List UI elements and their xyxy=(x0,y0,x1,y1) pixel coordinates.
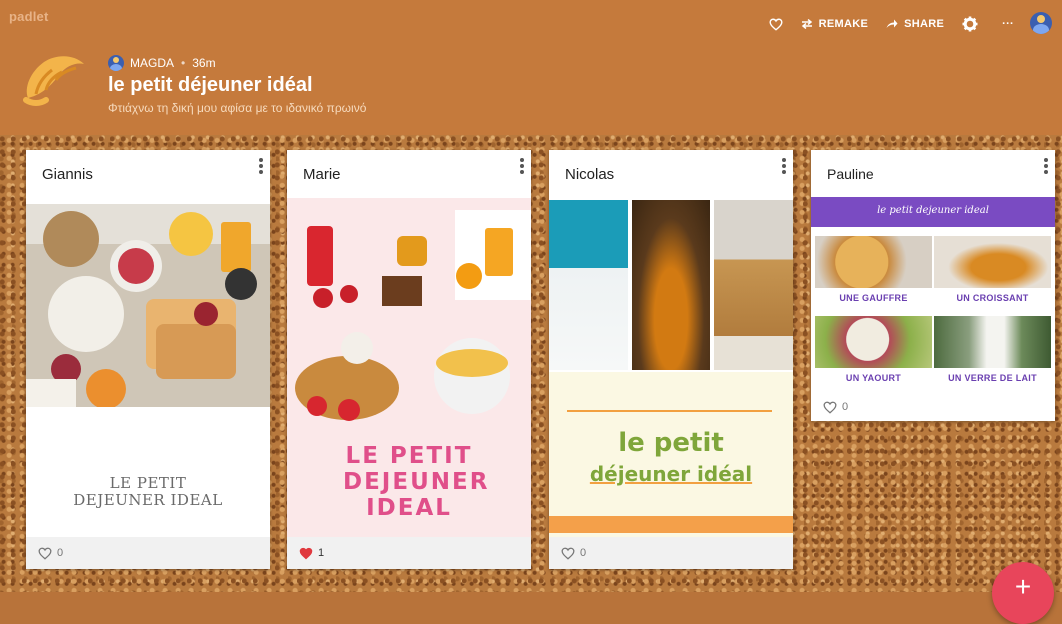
like-count: 1 xyxy=(318,547,325,559)
grid-item-label: UNE GAUFFRE xyxy=(839,293,908,303)
wall-meta: MAGDA • 36m xyxy=(108,55,216,71)
post-menu-icon[interactable] xyxy=(258,158,264,176)
wall-author: MAGDA xyxy=(130,56,175,70)
post-card-marie[interactable]: Marie LE PETIT DEJEUNER IDEAL 1 xyxy=(287,150,531,569)
like-button[interactable]: 0 xyxy=(38,547,63,560)
wall-subtitle: Φτιάχνω τη δική μου αφίσα με το ιδανικό … xyxy=(108,101,367,115)
wall-title: le petit déjeuner idéal xyxy=(108,74,313,96)
heart-outline-icon xyxy=(561,547,575,560)
breakfast-photo[interactable] xyxy=(26,204,270,409)
poster-photos[interactable] xyxy=(549,200,793,370)
post-card-giannis[interactable]: Giannis LE PETIT DEJEUNER IDEAL 0 xyxy=(26,150,270,569)
like-count: 0 xyxy=(842,401,849,413)
more-ellipsis-icon: ··· xyxy=(1002,18,1014,30)
like-button[interactable]: 0 xyxy=(823,401,848,414)
grid-item-gauffre: UNE GAUFFRE xyxy=(815,236,932,303)
grid-item-lait: UN VERRE DE LAIT xyxy=(934,316,1051,383)
post-header: Pauline xyxy=(811,150,1055,198)
post-menu-icon[interactable] xyxy=(781,158,787,176)
croissant-photo xyxy=(934,236,1051,288)
remake-label: REMAKE xyxy=(818,18,869,30)
padlet-logo[interactable]: padlet xyxy=(9,9,48,24)
post-card-nicolas[interactable]: Nicolas le petit déjeuner idéal 0 xyxy=(549,150,793,569)
poster-grid[interactable]: UNE GAUFFRE UN CROISSANT UN YAOURT UN VE… xyxy=(811,230,1055,395)
post-header: Giannis xyxy=(26,150,270,198)
more-button[interactable]: ··· xyxy=(996,18,1014,30)
share-button[interactable]: SHARE xyxy=(886,18,944,30)
croissant-icon xyxy=(23,56,84,106)
waffle-photo xyxy=(815,236,932,288)
post-author: Giannis xyxy=(42,166,93,183)
remake-icon xyxy=(801,19,812,29)
grid-item-label: UN CROISSANT xyxy=(956,293,1029,303)
post-footer: 0 xyxy=(26,537,270,569)
milk-photo xyxy=(549,200,628,370)
wall-header: padlet REMAKE SHARE ··· MAGDA • 36m le p… xyxy=(0,0,1062,135)
author-avatar xyxy=(108,55,124,71)
post-caption-line2: déjeuner idéal xyxy=(589,462,753,486)
like-count: 0 xyxy=(580,547,587,559)
yogurt-photo xyxy=(815,316,932,368)
poster-band xyxy=(549,516,793,533)
meta-separator: • xyxy=(181,56,186,70)
heart-filled-icon xyxy=(299,547,313,559)
post-header: Marie xyxy=(287,150,531,198)
top-actions: REMAKE SHARE ··· xyxy=(751,12,1052,34)
like-button[interactable]: 1 xyxy=(299,547,324,560)
post-menu-icon[interactable] xyxy=(1043,158,1049,176)
wall-time: 36m xyxy=(192,56,216,70)
post-card-pauline[interactable]: Pauline le petit dejeuner ideal UNE GAUF… xyxy=(811,150,1055,421)
post-caption-line1: le petit xyxy=(618,428,724,458)
heart-outline-icon xyxy=(769,18,783,31)
breakfast-table-image xyxy=(26,204,270,409)
heart-outline-icon xyxy=(823,401,837,414)
post-caption: LE PETIT DEJEUNER IDEAL xyxy=(73,474,223,509)
settings-button[interactable] xyxy=(962,16,978,32)
post-footer: 0 xyxy=(549,537,793,569)
poster-banner: le petit dejeuner ideal xyxy=(811,197,1055,227)
post-footer: 1 xyxy=(287,537,531,569)
like-wall-button[interactable] xyxy=(769,18,783,31)
post-header: Nicolas xyxy=(549,150,793,198)
post-caption: LE PETIT DEJEUNER IDEAL xyxy=(343,443,490,521)
post-footer: 0 xyxy=(811,393,1055,421)
heart-outline-icon xyxy=(38,547,52,560)
post-author: Marie xyxy=(303,166,341,183)
like-button[interactable]: 0 xyxy=(561,547,586,560)
milk-bottle-photo xyxy=(934,316,1051,368)
post-author: Pauline xyxy=(827,166,874,182)
honey-photo xyxy=(631,200,711,370)
share-arrow-icon xyxy=(886,19,898,28)
poster-rule xyxy=(567,410,772,412)
remake-button[interactable]: REMAKE xyxy=(801,18,868,30)
add-post-button[interactable]: + xyxy=(992,562,1054,624)
user-avatar[interactable] xyxy=(1030,12,1052,34)
gear-icon xyxy=(962,16,978,32)
grid-item-label: UN VERRE DE LAIT xyxy=(948,373,1037,383)
grid-item-yaourt: UN YAOURT xyxy=(815,316,932,383)
post-menu-icon[interactable] xyxy=(519,158,525,176)
top-bar: padlet REMAKE SHARE ··· xyxy=(0,0,1062,40)
like-count: 0 xyxy=(57,547,64,559)
grid-item-croissant: UN CROISSANT xyxy=(934,236,1051,303)
share-label: SHARE xyxy=(904,18,945,30)
post-author: Nicolas xyxy=(565,166,615,183)
grid-item-label: UN YAOURT xyxy=(845,373,902,383)
pancakes-photo xyxy=(714,200,793,370)
